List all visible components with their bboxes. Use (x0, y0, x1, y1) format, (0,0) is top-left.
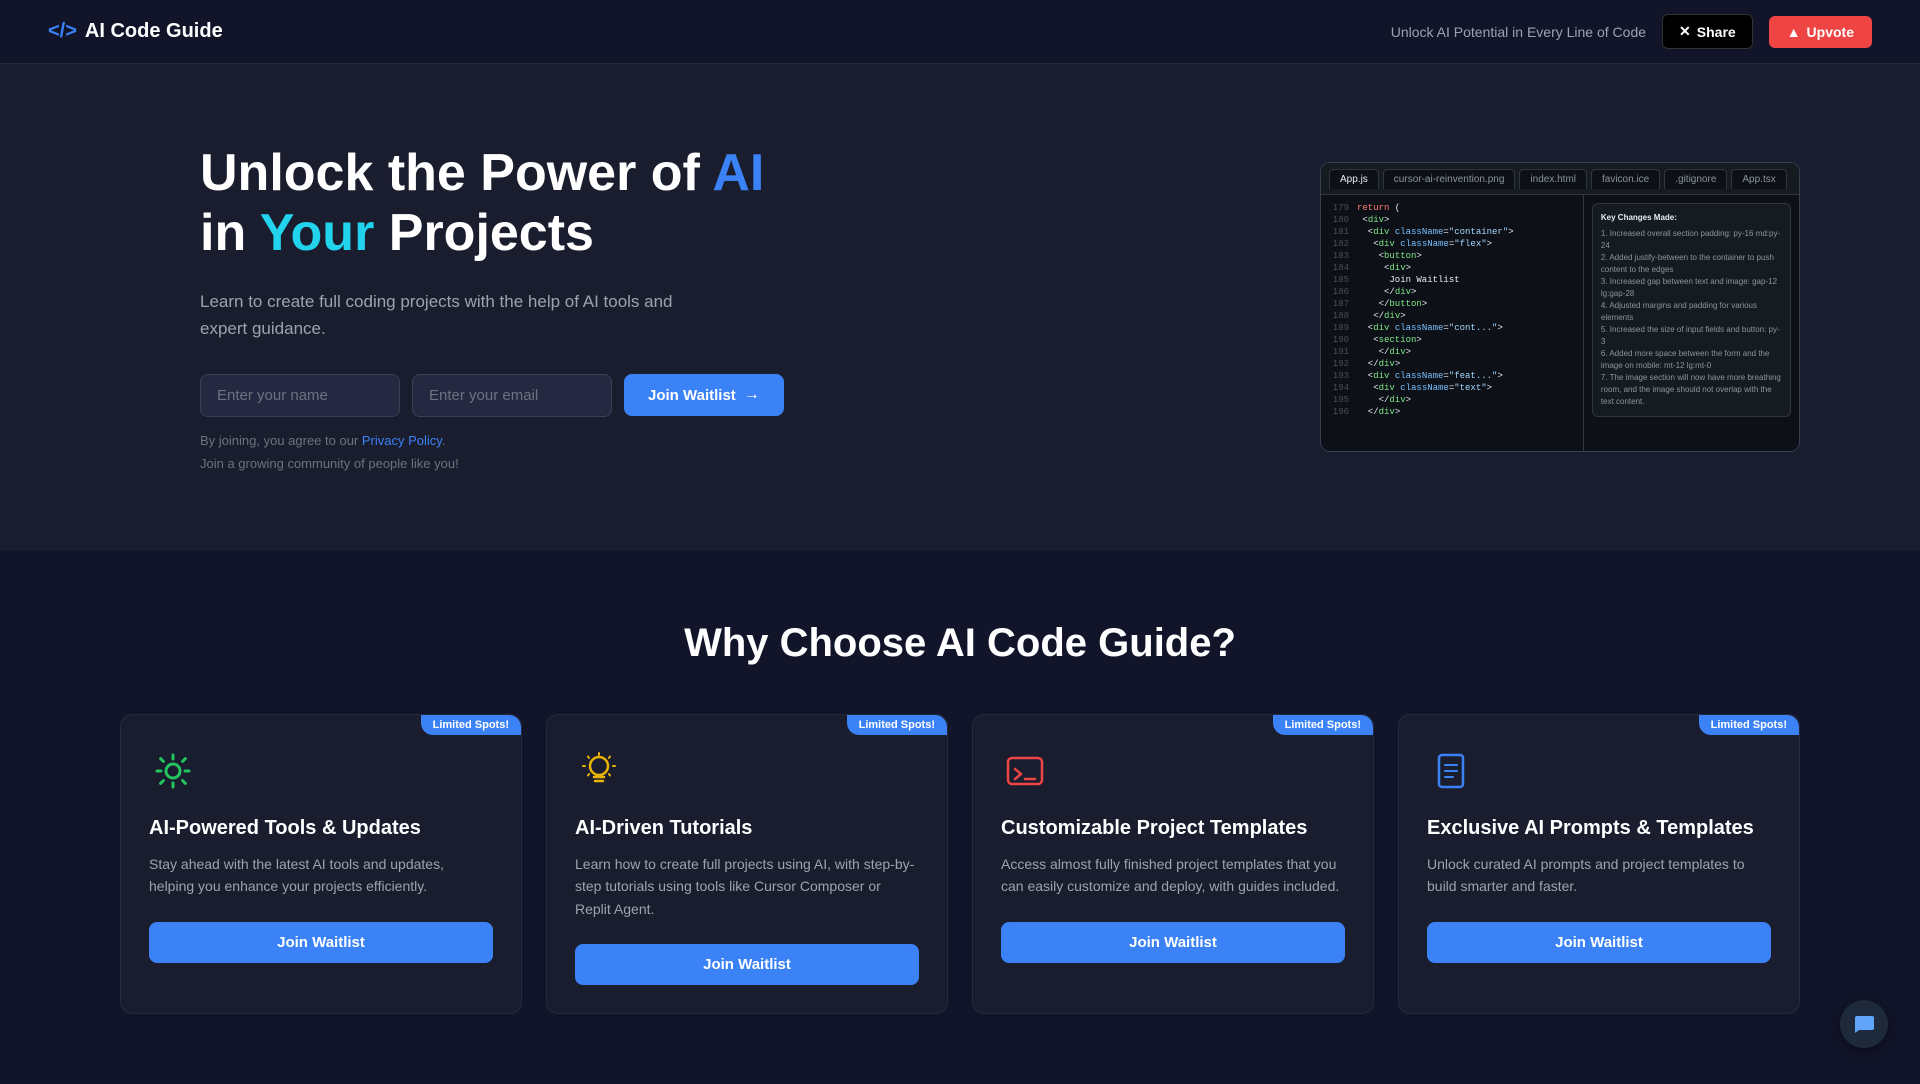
card-icon-terminal (1001, 747, 1049, 795)
upvote-icon: ▲ (1787, 24, 1801, 40)
card-icon-bulb (575, 747, 623, 795)
card-prompts: Limited Spots! Exclusive AI Prompts & Te… (1398, 714, 1800, 1014)
card-templates: Limited Spots! Customizable Project Temp… (972, 714, 1374, 1014)
hero-title-in: in (200, 204, 260, 262)
navbar: </> AI Code Guide Unlock AI Potential in… (0, 0, 1920, 64)
badge-limited-spots-2: Limited Spots! (847, 715, 947, 735)
hero-subtitle: Learn to create full coding projects wit… (200, 288, 680, 342)
name-input[interactable] (200, 374, 400, 417)
gear-icon (153, 751, 193, 791)
hero-title-ai: AI (712, 144, 764, 202)
card-title-1: AI-Powered Tools & Updates (149, 815, 493, 841)
card-title-3: Customizable Project Templates (1001, 815, 1345, 841)
card-desc-4: Unlock curated AI prompts and project te… (1427, 853, 1771, 898)
share-label: Share (1697, 24, 1736, 40)
navbar-right: Unlock AI Potential in Every Line of Cod… (1391, 14, 1872, 49)
editor-body: 179return ( 180 <div> 181 <div className… (1321, 195, 1799, 451)
hero-section: Unlock the Power of AI in Your Projects … (0, 64, 1920, 551)
badge-limited-spots-1: Limited Spots! (421, 715, 521, 735)
card-waitlist-button-4[interactable]: Join Waitlist (1427, 922, 1771, 963)
card-title-4: Exclusive AI Prompts & Templates (1427, 815, 1771, 841)
code-editor-preview: App.js cursor-ai-reinvention.png index.h… (1320, 162, 1800, 452)
editor-left-pane: 179return ( 180 <div> 181 <div className… (1321, 195, 1584, 451)
card-desc-3: Access almost fully finished project tem… (1001, 853, 1345, 898)
arrow-icon: → (744, 386, 760, 404)
hero-left: Unlock the Power of AI in Your Projects … (200, 144, 784, 471)
bulb-icon (579, 751, 619, 791)
tab-apptsx[interactable]: App.tsx (1731, 169, 1786, 189)
logo-text: AI Code Guide (85, 20, 223, 43)
editor-right-pane: Key Changes Made: 1. Increased overall s… (1584, 195, 1799, 451)
tab-index[interactable]: index.html (1519, 169, 1587, 189)
editor-tabs: App.js cursor-ai-reinvention.png index.h… (1321, 163, 1799, 195)
privacy-link[interactable]: Privacy Policy (362, 433, 442, 448)
badge-limited-spots-3: Limited Spots! (1273, 715, 1373, 735)
share-button[interactable]: ✕ Share (1662, 14, 1753, 49)
card-icon-gear (149, 747, 197, 795)
card-waitlist-button-2[interactable]: Join Waitlist (575, 944, 919, 985)
logo: </> AI Code Guide (48, 20, 223, 43)
card-icon-doc (1427, 747, 1475, 795)
upvote-label: Upvote (1807, 24, 1854, 40)
badge-limited-spots-4: Limited Spots! (1699, 715, 1799, 735)
hero-title-projects: Projects (374, 204, 594, 262)
card-ai-tools: Limited Spots! AI-Powered Tools & Update… (120, 714, 522, 1014)
logo-bracket: </> (48, 20, 77, 43)
upvote-button[interactable]: ▲ Upvote (1769, 16, 1872, 48)
editor-bottom-panel: PROBLEMS OUTPUT DEBUG CONSOLE TERMINAL L… (1321, 451, 1799, 452)
tab-appjs[interactable]: App.js (1329, 169, 1379, 189)
why-title: Why Choose AI Code Guide? (120, 621, 1800, 666)
hero-title-prefix: Unlock the Power of (200, 144, 712, 202)
card-desc-2: Learn how to create full projects using … (575, 853, 919, 920)
cards-grid: Limited Spots! AI-Powered Tools & Update… (120, 714, 1800, 1014)
waitlist-label: Join Waitlist (648, 387, 736, 404)
hero-community: Join a growing community of people like … (200, 456, 784, 471)
hero-privacy: By joining, you agree to our Privacy Pol… (200, 433, 784, 448)
card-waitlist-button-1[interactable]: Join Waitlist (149, 922, 493, 963)
doc-icon (1431, 751, 1471, 791)
terminal-icon (1005, 751, 1045, 791)
tab-favicon[interactable]: favicon.ice (1591, 169, 1660, 189)
chat-icon (1852, 1012, 1876, 1036)
x-icon: ✕ (1679, 23, 1691, 40)
card-desc-1: Stay ahead with the latest AI tools and … (149, 853, 493, 898)
hero-form: Join Waitlist → (200, 374, 784, 417)
tab-gitignore[interactable]: .gitignore (1664, 169, 1727, 189)
privacy-suffix: . (442, 433, 446, 448)
card-title-2: AI-Driven Tutorials (575, 815, 919, 841)
hero-title: Unlock the Power of AI in Your Projects (200, 144, 784, 264)
code-editor-mock: App.js cursor-ai-reinvention.png index.h… (1321, 163, 1799, 451)
navbar-tagline: Unlock AI Potential in Every Line of Cod… (1391, 24, 1646, 40)
email-input[interactable] (412, 374, 612, 417)
join-waitlist-button[interactable]: Join Waitlist → (624, 374, 784, 416)
hero-title-your: Your (260, 204, 375, 262)
privacy-prefix: By joining, you agree to our (200, 433, 362, 448)
tab-cursor[interactable]: cursor-ai-reinvention.png (1383, 169, 1516, 189)
card-ai-tutorials: Limited Spots! AI-Driven Tutorials Learn… (546, 714, 948, 1014)
card-waitlist-button-3[interactable]: Join Waitlist (1001, 922, 1345, 963)
ai-comment-box: Key Changes Made: 1. Increased overall s… (1592, 203, 1791, 417)
chat-bubble[interactable] (1840, 1000, 1888, 1048)
why-section: Why Choose AI Code Guide? Limited Spots!… (0, 551, 1920, 1084)
